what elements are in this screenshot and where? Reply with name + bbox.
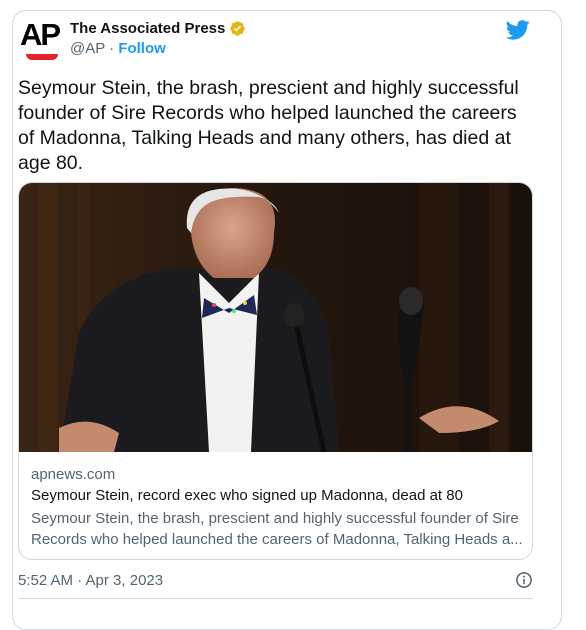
article-photo[interactable]: [19, 183, 533, 452]
verified-badge-icon: [230, 21, 246, 36]
name-row: The Associated Press: [70, 20, 246, 37]
link-domain: apnews.com: [31, 466, 116, 483]
link-info[interactable]: apnews.com Seymour Stein, record exec wh…: [31, 466, 526, 550]
link-title[interactable]: Seymour Stein, record exec who signed up…: [31, 487, 526, 504]
tweet-timestamp[interactable]: 5:52 AM · Apr 3, 2023: [18, 572, 163, 589]
tweet-header: AP The Associated Press @AP · Follow: [20, 18, 530, 68]
ap-logo-bar: [26, 54, 58, 60]
follow-button[interactable]: Follow: [118, 40, 166, 57]
handle-separator: ·: [109, 40, 115, 57]
account-name[interactable]: The Associated Press: [70, 20, 225, 37]
tweet-text: Seymour Stein, the brash, prescient and …: [18, 77, 519, 174]
account-handle[interactable]: @AP: [70, 40, 105, 57]
twitter-bird-icon[interactable]: [506, 20, 530, 40]
ap-logo-text: AP: [20, 17, 61, 52]
footer-divider: [18, 598, 533, 599]
ap-logo[interactable]: AP: [20, 18, 62, 62]
link-card[interactable]: apnews.com Seymour Stein, record exec wh…: [18, 182, 533, 560]
info-icon[interactable]: [515, 571, 533, 589]
link-description: Seymour Stein, the brash, prescient and …: [31, 510, 523, 548]
handle-row: @AP · Follow: [70, 40, 166, 57]
tweet-footer: 5:52 AM · Apr 3, 2023: [18, 571, 533, 589]
